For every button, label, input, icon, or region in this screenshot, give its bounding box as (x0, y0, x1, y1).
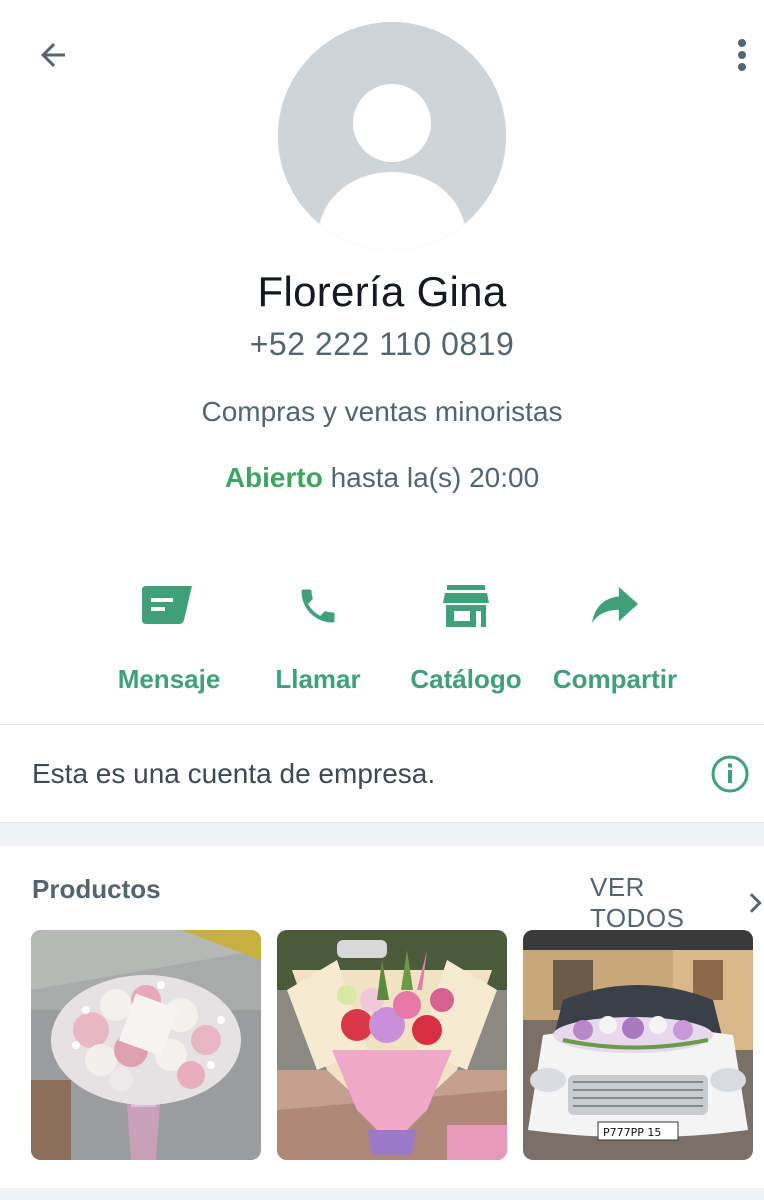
business-hours[interactable]: Abierto hasta la(s) 20:00 (0, 462, 764, 494)
open-status: Abierto (224, 462, 323, 493)
share-label: Compartir (552, 664, 678, 694)
back-button[interactable] (28, 30, 78, 80)
see-all-link[interactable]: VER TODOS (590, 872, 764, 934)
wedding-car-floral-image: P777PP 15 (523, 930, 753, 1160)
info-icon (711, 755, 749, 793)
default-avatar-icon (278, 22, 506, 250)
product-thumbnail[interactable] (31, 930, 261, 1160)
products-title: Productos (32, 874, 161, 904)
phone-icon (301, 589, 335, 623)
business-name: Florería Gina (257, 268, 507, 315)
divider (0, 724, 764, 725)
mixed-flower-bouquet-image (277, 930, 507, 1160)
arrow-left-icon (41, 43, 65, 67)
profile-avatar[interactable] (278, 22, 506, 250)
share-icon (592, 586, 638, 624)
chevron-right-icon (750, 893, 763, 913)
bottom-separator (0, 1188, 764, 1200)
message-label: Mensaje (117, 664, 221, 694)
see-all-label: VER TODOS (590, 872, 685, 933)
business-category: Compras y ventas minoristas (201, 396, 563, 427)
section-separator (0, 822, 764, 846)
more-vertical-icon (738, 39, 746, 71)
more-options-button[interactable] (722, 30, 762, 80)
catalog-label: Catálogo (410, 664, 522, 694)
product-thumbnail[interactable]: P777PP 15 (523, 930, 753, 1160)
pink-white-rose-bouquet-image (31, 930, 261, 1160)
business-account-row[interactable]: Esta es una cuenta de empresa. (0, 726, 764, 822)
share-button[interactable]: Compartir (535, 580, 695, 700)
storefront-icon (443, 585, 489, 627)
product-thumbnail[interactable] (277, 930, 507, 1160)
hours-text: hasta la(s) 20:00 (330, 462, 540, 493)
action-bar: Mensaje Llamar Catálogo Compartir (0, 580, 764, 700)
message-icon (142, 586, 192, 624)
catalog-button[interactable]: Catálogo (386, 580, 546, 700)
business-account-text: Esta es una cuenta de empresa. (32, 758, 436, 789)
call-button[interactable]: Llamar (238, 580, 398, 700)
message-button[interactable]: Mensaje (89, 580, 249, 700)
svg-text:P777PP 15: P777PP 15 (603, 1126, 661, 1139)
phone-number[interactable]: +52 222 110 0819 (0, 326, 764, 363)
call-label: Llamar (275, 664, 361, 694)
